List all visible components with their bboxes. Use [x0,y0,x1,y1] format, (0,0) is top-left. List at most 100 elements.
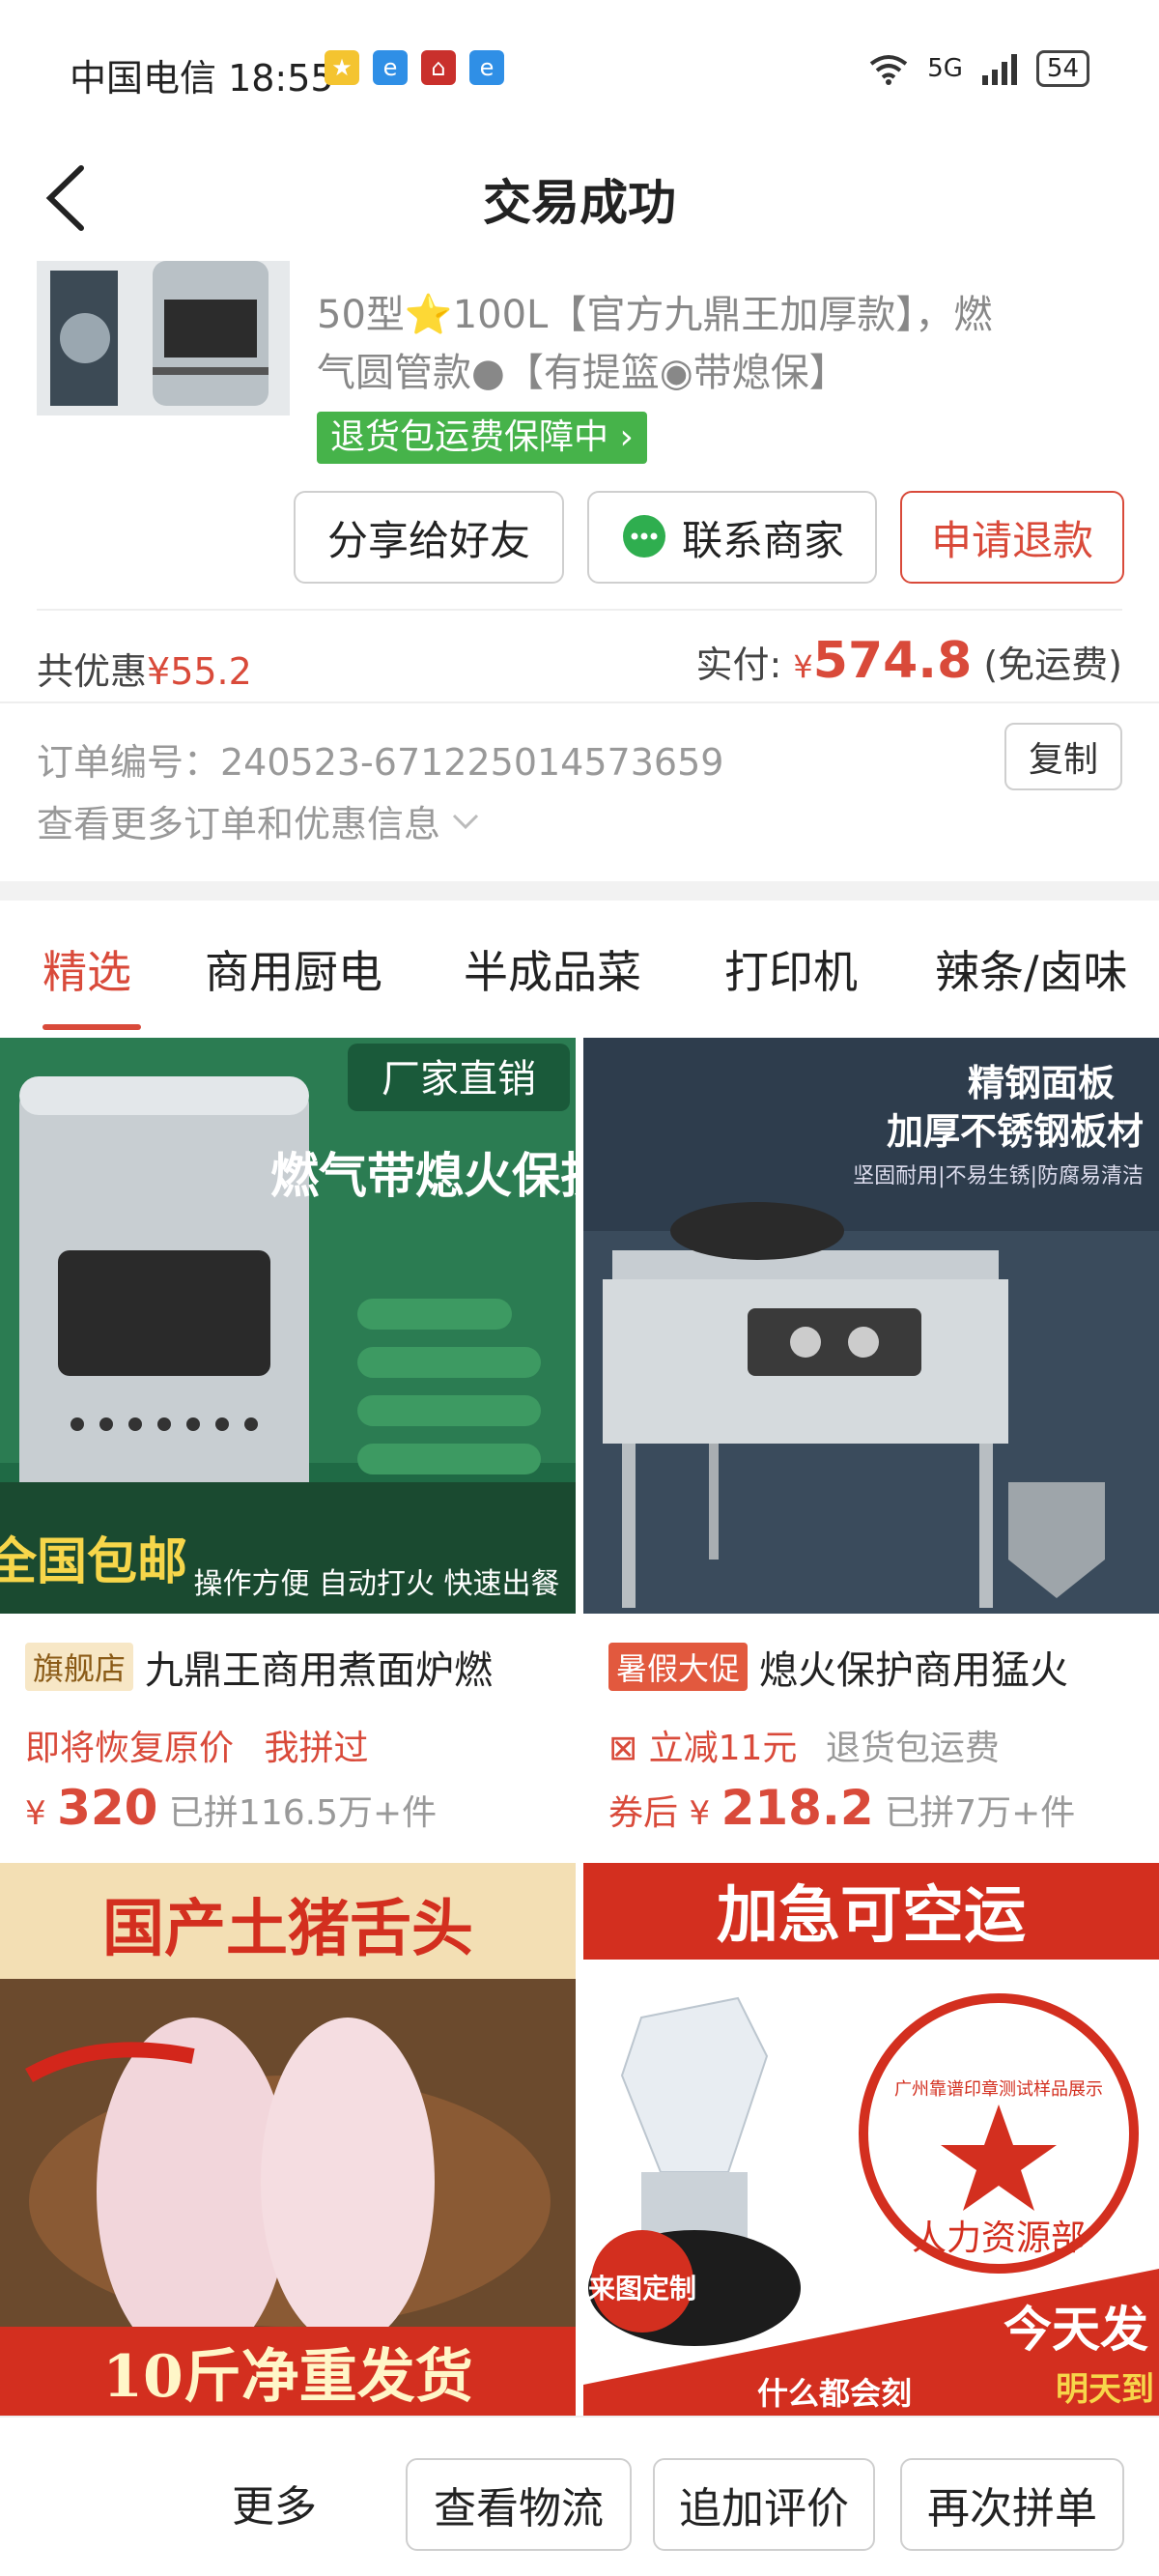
product-card[interactable]: 国产土猪舌头 10斤净重发货 [0,1863,576,2416]
image-text-1: 国产土猪舌头 [102,1894,473,1965]
tab-printer[interactable]: 打印机 [724,937,858,1001]
image-text-5: 今天发 [1004,2302,1148,2358]
wifi-icon [869,55,908,85]
bank-app-icon: ⌂ [421,50,456,85]
tab-snacks[interactable]: 辣条/卤味 [935,937,1128,1001]
more-order-info-link[interactable]: 查看更多订单和优惠信息 [37,794,485,847]
rabbit-app-icon: ★ [325,50,359,85]
paid-label: 实付: [695,644,782,686]
image-text-2: 加厚不锈钢板材 [887,1110,1144,1153]
image-text-4: 操作方便 自动打火 快速出餐 [193,1567,559,1601]
order-product-thumbnail[interactable] [37,261,290,415]
product-subtitle: 即将恢复原价 我拼过 [25,1720,368,1770]
price-restore-note: 即将恢复原价 [25,1729,235,1768]
image-text-2: 广州靠谱印章测试样品展示 [894,2079,1103,2100]
return-shipping-guarantee-badge[interactable]: 退货包运费保障中 › [317,412,647,464]
signal-icon [981,54,1017,85]
refund-button[interactable]: 申请退款 [900,491,1124,584]
paid-amount: 574.8 [812,632,973,690]
active-tab-indicator [42,1024,141,1030]
image-text-1: 精钢面板 [968,1062,1115,1104]
discount-total: 共优惠¥55.2 [37,642,252,695]
instant-discount-note: 立减11元 [648,1729,798,1768]
image-text-2: 10斤净重发货 [102,2343,473,2411]
image-text-6: 明天到 [1056,2370,1154,2409]
image-text-3: 坚固耐用|不易生锈|防腐易清洁 [853,1164,1144,1188]
flagship-tag: 旗舰店 [25,1643,134,1691]
status-right: 5G 54 [867,50,1089,87]
battery-icon: 54 [1035,50,1089,87]
bought-before-note: 我拼过 [264,1729,369,1768]
more-button[interactable]: 更多 [232,2472,317,2533]
page-title: 交易成功 [483,175,676,231]
chat-bubble-icon [622,515,665,558]
image-text-1: 加急可空运 [717,1880,1026,1952]
product-title-text: 熄火保护商用猛火 [759,1648,1069,1693]
image-text-2: 燃气带熄火保护 [270,1148,576,1204]
product-subtitle: ⊠ 立减11元 退货包运费 [608,1720,1000,1770]
browser-app-icon-2: e [469,50,504,85]
sold-count: 已拼116.5万+件 [168,1793,438,1833]
price-value: 320 [57,1780,158,1836]
product-title: 旗舰店 九鼎王商用煮面炉燃 [25,1639,493,1695]
product-title-text: 九鼎王商用煮面炉燃 [145,1648,494,1693]
product-image: 精钢面板 加厚不锈钢板材 坚固耐用|不易生锈|防腐易清洁 [583,1038,1159,1614]
paid-currency: ¥ [793,648,813,685]
order-product-description[interactable]: 50型⭐100L【官方九鼎王加厚款】，燃气圆管款●【有提篮◉带熄保】 [317,286,1012,402]
page-header: 交易成功 [0,135,1159,261]
image-text-7: 来图定制 [588,2273,696,2304]
bottom-action-bar: 更多 查看物流 追加评价 再次拼单 [0,2416,1159,2576]
image-text-1: 厂家直销 [382,1057,536,1102]
price-currency: ¥ [689,1794,711,1833]
add-review-button[interactable]: 追加评价 [653,2458,875,2551]
notification-icons: ★ e ⌂ e [325,50,504,85]
view-logistics-button[interactable]: 查看物流 [406,2458,632,2551]
sold-count: 已拼7万+件 [885,1793,1076,1833]
contact-seller-button[interactable]: 联系商家 [587,491,877,584]
image-text-3: 全国包邮 [0,1533,187,1591]
coupon-icon: ⊠ [608,1729,638,1768]
contact-seller-label: 联系商家 [681,516,844,564]
payment-summary: 共优惠¥55.2 实付: ¥574.8 (免运费) [37,628,1122,705]
reorder-button[interactable]: 再次拼单 [900,2458,1124,2551]
divider [0,701,1159,703]
divider [37,609,1122,611]
shipping-note: (免运费) [983,644,1122,686]
product-card[interactable]: 精钢面板 加厚不锈钢板材 坚固耐用|不易生锈|防腐易清洁 暑假大促 熄火保护商用… [583,1038,1159,1855]
browser-app-icon: e [373,50,408,85]
product-image: 国产土猪舌头 10斤净重发货 [0,1863,576,2416]
share-button[interactable]: 分享给好友 [294,491,564,584]
category-tabs: 精选 商用厨电 半成品菜 打印机 辣条/卤味 [0,901,1159,1032]
product-price: 券后 ¥ 218.2 已拼7万+件 [608,1780,1075,1836]
image-text-4: 什么都会刻 [757,2375,912,2412]
product-image: 加急可空运 广州靠谱印章测试样品展示 人力资源部 来图定制 什么都会刻 今天发 … [583,1863,1159,2416]
product-price: ¥ 320 已拼116.5万+件 [25,1780,437,1836]
chevron-down-icon [452,814,479,829]
tab-commercial-kitchen[interactable]: 商用厨电 [205,937,382,1001]
tab-featured[interactable]: 精选 [42,937,131,1001]
image-text-3: 人力资源部 [912,2218,1086,2258]
carrier-time: 中国电信 18:55 [70,57,334,100]
price-prefix: 券后 [608,1793,679,1833]
paid-total: 实付: ¥574.8 (免运费) [696,632,1123,690]
product-image: 厂家直销 燃气带熄火保护 全国包邮 操作方便 自动打火 快速出餐 [0,1038,576,1614]
copy-button[interactable]: 复制 [1004,723,1122,790]
status-bar: 中国电信 18:55 ★ e ⌂ e 5G 54 [0,0,1159,135]
discount-amount: ¥55.2 [147,650,252,693]
network-label: 5G [927,54,963,83]
product-title: 暑假大促 熄火保护商用猛火 [608,1639,1068,1695]
section-gap [0,881,1159,901]
return-shipping-note: 退货包运费 [825,1729,1000,1768]
guarantee-label: 退货包运费保障中 [330,417,609,457]
more-order-info-label: 查看更多订单和优惠信息 [37,803,441,845]
order-number: 订单编号：240523-671225014573659 [37,741,724,784]
summer-promo-tag: 暑假大促 [608,1643,749,1691]
product-card[interactable]: 加急可空运 广州靠谱印章测试样品展示 人力资源部 来图定制 什么都会刻 今天发 … [583,1863,1159,2416]
price-currency: ¥ [25,1794,46,1833]
product-card[interactable]: 厂家直销 燃气带熄火保护 全国包邮 操作方便 自动打火 快速出餐 旗舰店 九鼎王… [0,1038,576,1855]
price-value: 218.2 [721,1780,874,1836]
chevron-right-icon: › [608,417,634,457]
product-thumbnail-image [37,261,290,415]
discount-label: 共优惠 [37,650,148,693]
tab-semi-prepared[interactable]: 半成品菜 [464,937,641,1001]
